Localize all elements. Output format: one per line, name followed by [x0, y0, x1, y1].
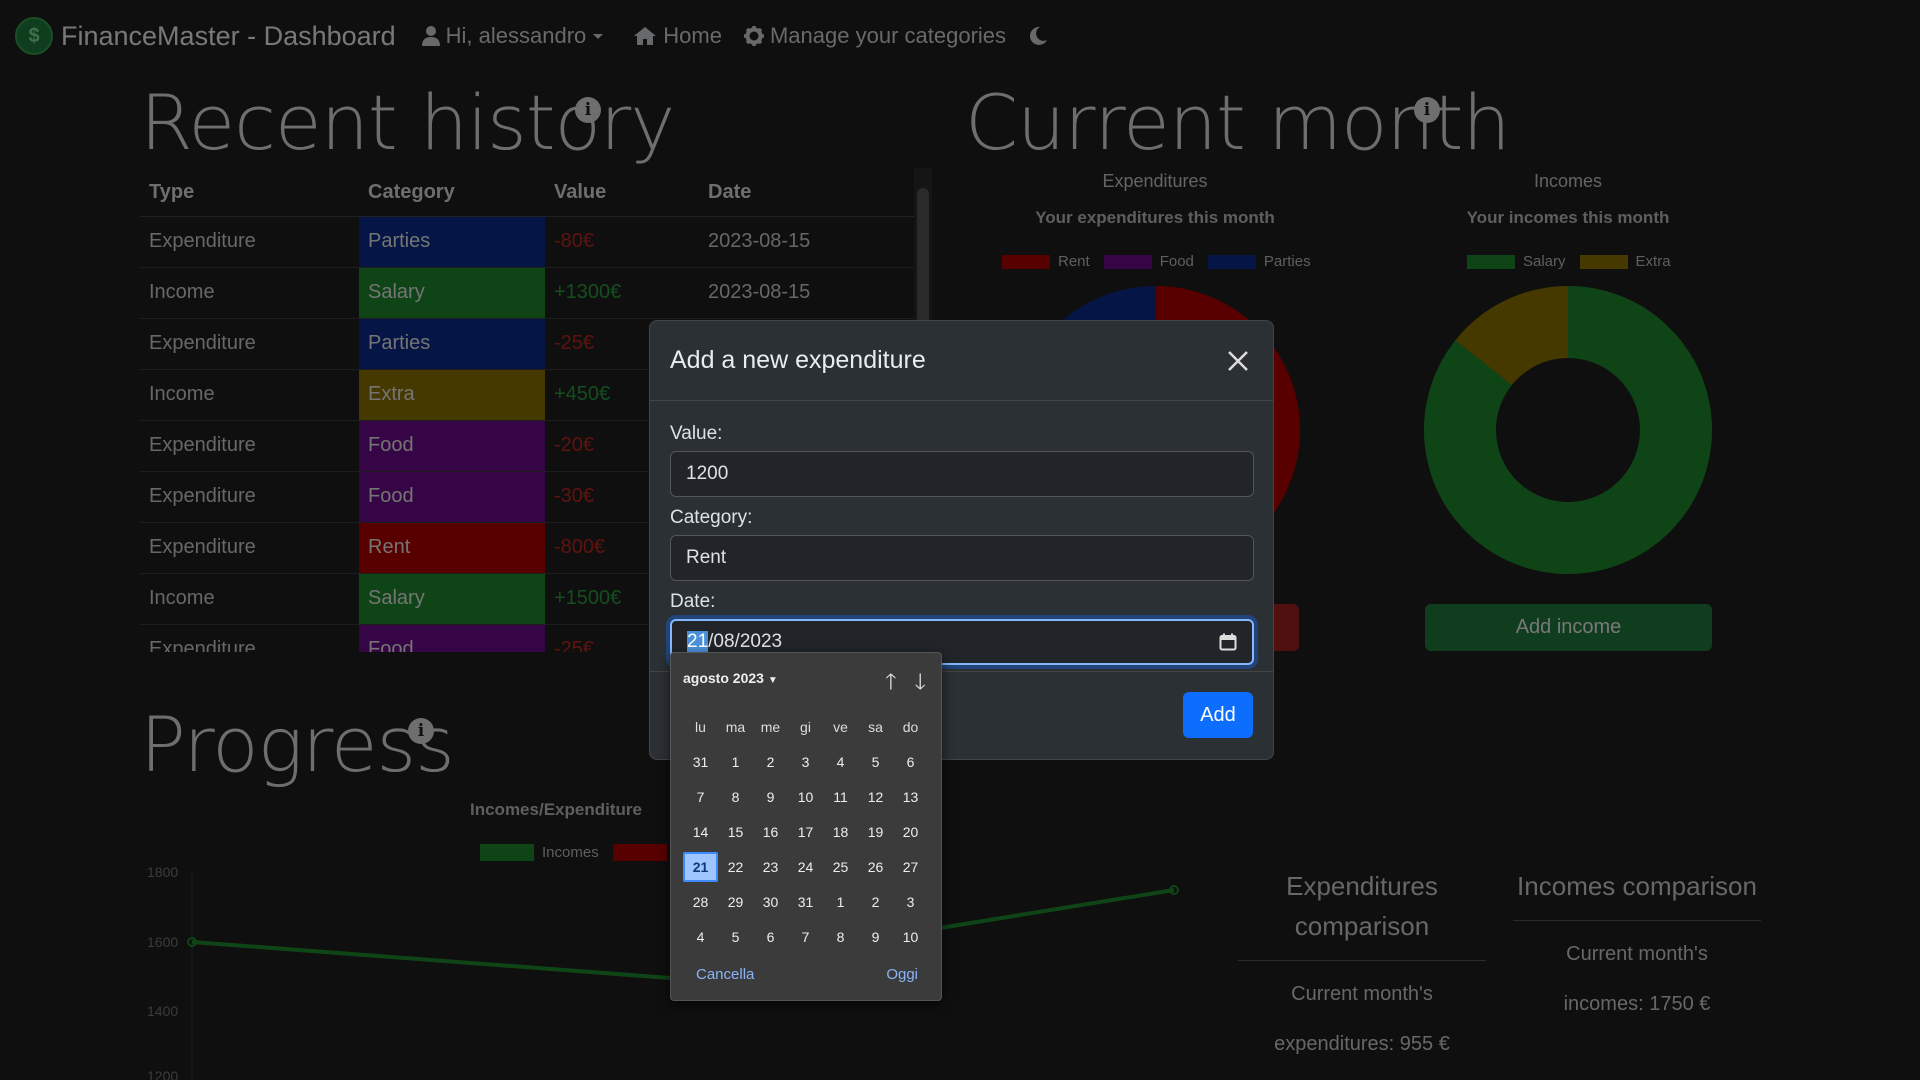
- day-cell[interactable]: 8: [718, 782, 753, 812]
- date-picker-popup: agosto 2023 ▼ 🡑 🡓 lu ma me gi ve sa do 31 1 2 3 4 5 6…: [670, 652, 942, 1001]
- week-row: 4 5 6 7 8 9 10: [683, 919, 928, 954]
- day-cell[interactable]: 10: [893, 922, 928, 952]
- day-cell[interactable]: 24: [788, 852, 823, 882]
- day-cell[interactable]: 5: [858, 747, 893, 777]
- day-cell[interactable]: 31: [788, 887, 823, 917]
- category-label: Category:: [670, 507, 753, 528]
- weekday-label: lu: [695, 718, 706, 735]
- modal-title: Add a new expenditure: [670, 346, 926, 374]
- weekday-label: do: [902, 718, 919, 735]
- weekday-label: sa: [868, 718, 883, 735]
- month-year-label: agosto 2023: [683, 670, 764, 686]
- day-cell[interactable]: 25: [823, 852, 858, 882]
- month-navigation: 🡑 🡓: [885, 665, 926, 703]
- week-row: 31 1 2 3 4 5 6: [683, 744, 928, 779]
- day-cell[interactable]: 6: [753, 922, 788, 952]
- day-cell[interactable]: 1: [823, 887, 858, 917]
- day-cell[interactable]: 10: [788, 782, 823, 812]
- day-cell[interactable]: 8: [823, 922, 858, 952]
- modal-header: Add a new expenditure: [650, 321, 1273, 401]
- day-cell[interactable]: 31: [683, 747, 718, 777]
- day-cell[interactable]: 7: [683, 782, 718, 812]
- day-cell[interactable]: 11: [823, 782, 858, 812]
- date-picker-footer: Cancella Oggi: [671, 966, 943, 983]
- calendar-icon[interactable]: [1219, 633, 1237, 651]
- day-cell[interactable]: 15: [718, 817, 753, 847]
- day-cell[interactable]: 22: [718, 852, 753, 882]
- day-cell[interactable]: 2: [753, 747, 788, 777]
- day-cell[interactable]: 7: [788, 922, 823, 952]
- date-rest-segment[interactable]: /08/2023: [708, 631, 782, 652]
- modal-body: Value: 1200 Category: Rent Date: 21/08/2…: [650, 401, 1273, 665]
- day-cell[interactable]: 9: [753, 782, 788, 812]
- day-cell[interactable]: 4: [683, 922, 718, 952]
- day-cell[interactable]: 17: [788, 817, 823, 847]
- day-cell[interactable]: 26: [858, 852, 893, 882]
- day-cell[interactable]: 29: [718, 887, 753, 917]
- day-cell[interactable]: 27: [893, 852, 928, 882]
- day-cell[interactable]: 30: [753, 887, 788, 917]
- day-cell[interactable]: 13: [893, 782, 928, 812]
- date-day-segment[interactable]: 21: [687, 631, 709, 652]
- value-input[interactable]: 1200: [670, 451, 1254, 497]
- month-year-selector[interactable]: agosto 2023 ▼: [683, 670, 778, 686]
- caret-down-icon: ▼: [767, 675, 778, 686]
- weekday-label: gi: [800, 718, 811, 735]
- day-cell[interactable]: 18: [823, 817, 858, 847]
- next-month-arrow-down-icon[interactable]: 🡓: [915, 665, 926, 703]
- day-cell[interactable]: 3: [893, 887, 928, 917]
- day-cell[interactable]: 21: [683, 851, 718, 882]
- day-cell[interactable]: 6: [893, 747, 928, 777]
- weekday-label: me: [760, 718, 781, 735]
- day-cell[interactable]: 16: [753, 817, 788, 847]
- day-cell[interactable]: 4: [823, 747, 858, 777]
- cancel-link[interactable]: Cancella: [696, 966, 754, 983]
- date-value: 21/08/2023: [687, 631, 782, 653]
- add-button[interactable]: Add: [1183, 692, 1253, 738]
- week-row: 21 22 23 24 25 26 27: [683, 849, 928, 884]
- weekday-label: ma: [725, 718, 746, 735]
- close-icon: [1228, 350, 1248, 371]
- day-cell[interactable]: 19: [858, 817, 893, 847]
- day-cell[interactable]: 28: [683, 887, 718, 917]
- calendar-grid: lu ma me gi ve sa do 31 1 2 3 4 5 6 7 8 9 10 11 12 13 14 15 16 1…: [683, 709, 928, 954]
- day-cell[interactable]: 2: [858, 887, 893, 917]
- close-button[interactable]: [1223, 346, 1253, 376]
- week-row: 7 8 9 10 11 12 13: [683, 779, 928, 814]
- category-select[interactable]: Rent: [670, 535, 1254, 581]
- weekday-row: lu ma me gi ve sa do: [683, 709, 928, 744]
- date-label: Date:: [670, 591, 716, 612]
- day-cell[interactable]: 9: [858, 922, 893, 952]
- day-cell[interactable]: 3: [788, 747, 823, 777]
- week-row: 14 15 16 17 18 19 20: [683, 814, 928, 849]
- day-cell[interactable]: 1: [718, 747, 753, 777]
- previous-month-arrow-up-icon[interactable]: 🡑: [885, 665, 896, 703]
- today-link[interactable]: Oggi: [886, 966, 918, 983]
- week-row: 28 29 30 31 1 2 3: [683, 884, 928, 919]
- weekday-label: ve: [833, 718, 848, 735]
- day-cell[interactable]: 5: [718, 922, 753, 952]
- day-cell[interactable]: 14: [683, 817, 718, 847]
- day-cell[interactable]: 23: [753, 852, 788, 882]
- value-label: Value:: [670, 423, 723, 444]
- day-cell[interactable]: 12: [858, 782, 893, 812]
- day-cell[interactable]: 20: [893, 817, 928, 847]
